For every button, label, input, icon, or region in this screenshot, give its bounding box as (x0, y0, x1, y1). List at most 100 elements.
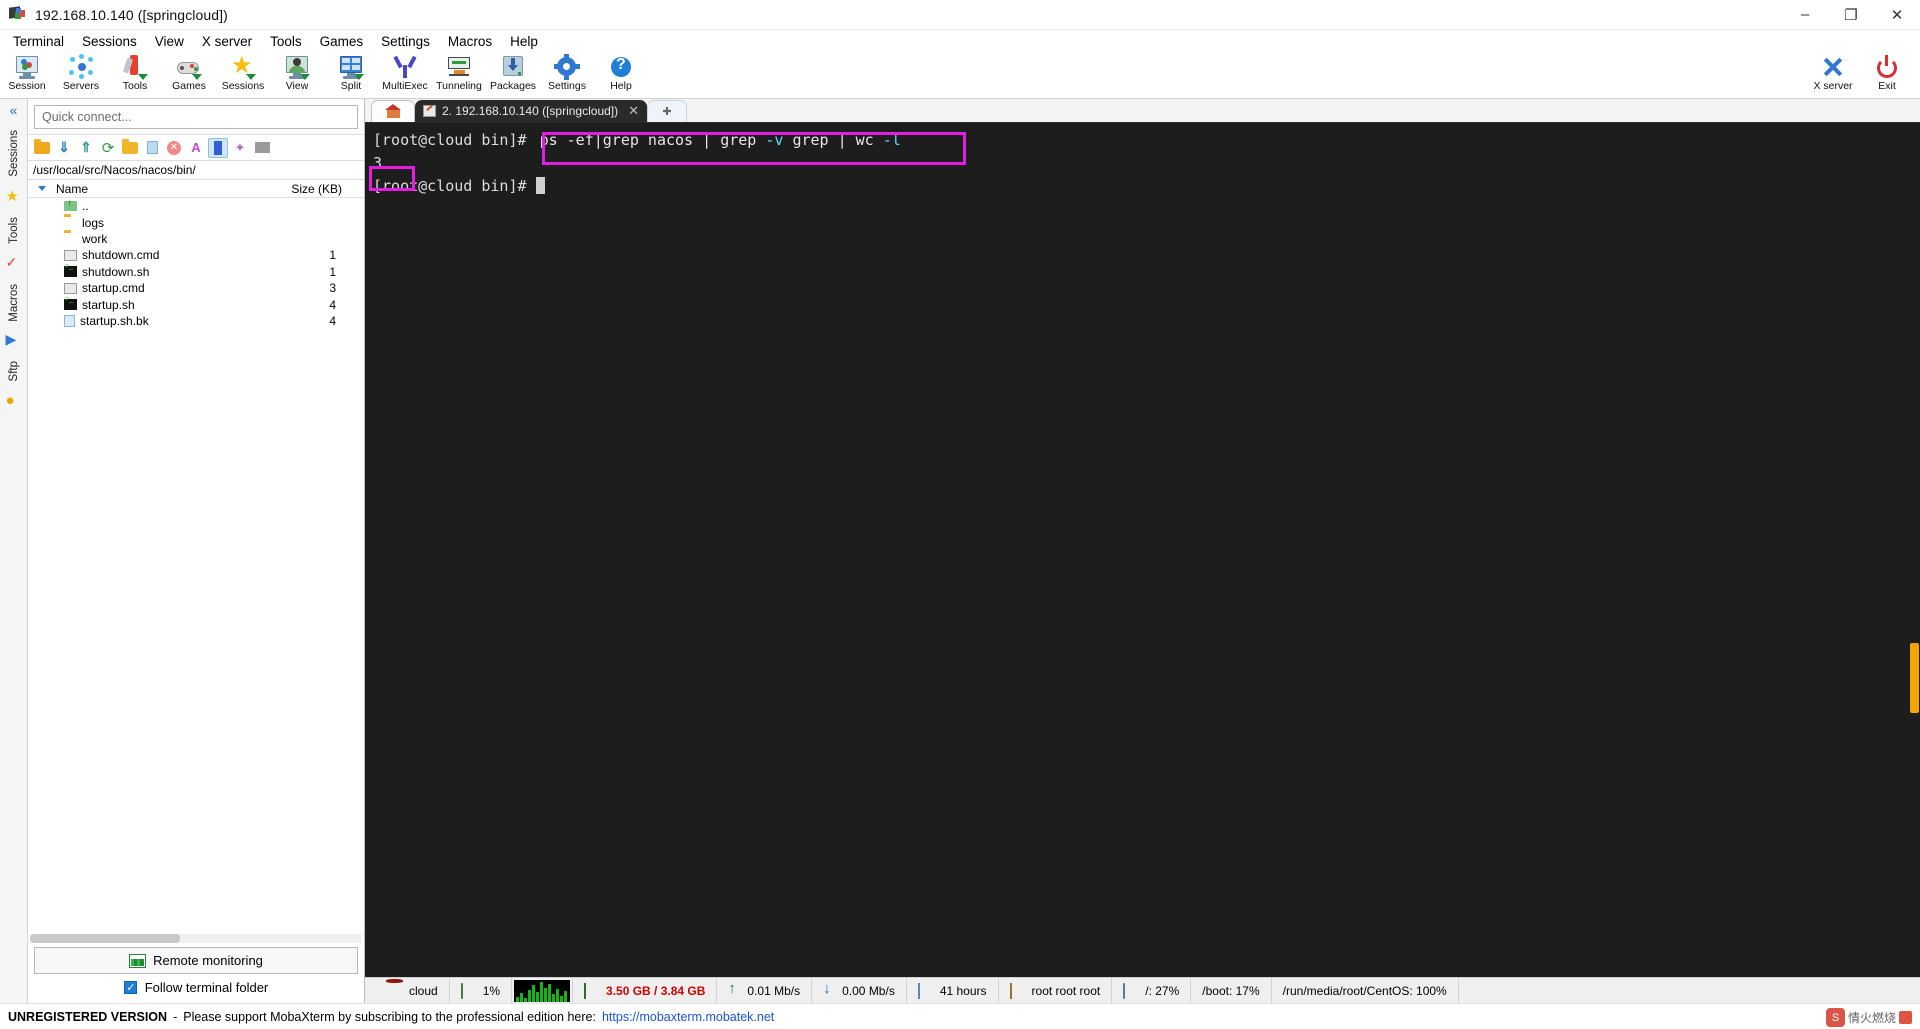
minimize-button[interactable]: – (1782, 0, 1828, 30)
toolbar-servers-button[interactable]: Servers (54, 52, 108, 97)
sftp-horizontal-scrollbar[interactable] (30, 934, 362, 943)
toolbar-help-button[interactable]: ? Help (594, 52, 648, 97)
download-icon[interactable]: ⇓ (54, 138, 74, 158)
maximize-button[interactable]: ❐ (1828, 0, 1874, 30)
status-download[interactable]: 0.00 Mb/s (812, 978, 907, 1003)
sidebar-item-sessions[interactable]: Sessions (6, 124, 22, 183)
file-name: shutdown.sh (82, 264, 150, 279)
left-vertical-strip: « Sessions ★ Tools ✓ Macros ▶ Sftp ● (0, 99, 28, 1003)
watermark-square-icon (1899, 1011, 1912, 1024)
binary-mode-icon[interactable] (208, 137, 228, 158)
status-disk-boot[interactable]: /boot: 17% (1191, 978, 1272, 1003)
close-button[interactable]: ✕ (1874, 0, 1920, 30)
menu-view[interactable]: View (146, 32, 193, 51)
delete-icon[interactable]: ✕ (164, 138, 184, 158)
sftp-path-bar[interactable]: /usr/local/src/Nacos/nacos/bin/ (28, 160, 364, 180)
list-item[interactable]: logs (28, 214, 364, 230)
follow-terminal-folder-checkbox[interactable] (123, 981, 137, 994)
list-item[interactable]: .. (28, 198, 364, 214)
menu-help[interactable]: Help (501, 32, 547, 51)
footer-dash: - (173, 1009, 178, 1024)
status-ram-label: 3.50 GB / 3.84 GB (606, 983, 706, 998)
file-size: 1 (329, 264, 336, 279)
toolbar-multiexec-button[interactable]: MultiExec (378, 52, 432, 97)
toolbar-settings-button[interactable]: Settings (540, 52, 594, 97)
menu-xserver[interactable]: X server (193, 32, 261, 51)
status-graph[interactable] (512, 978, 574, 1003)
collapse-sidebar-button[interactable]: « (10, 102, 18, 118)
menu-tools[interactable]: Tools (261, 32, 311, 51)
list-item[interactable]: shutdown.cmd 1 (28, 247, 364, 263)
status-user[interactable]: root root root (999, 978, 1113, 1003)
new-tab-button[interactable]: ✚ (647, 100, 688, 122)
toolbar-games-button[interactable]: Games (162, 52, 216, 97)
terminal-screen[interactable]: [root@cloud bin]# ps -ef|grep nacos | gr… (365, 123, 1920, 977)
status-disk-root[interactable]: /: 27% (1112, 978, 1192, 1003)
toolbar-exit-button[interactable]: Exit (1860, 52, 1914, 97)
remote-monitoring-button[interactable]: Remote monitoring (34, 947, 358, 974)
terminal-scrollbar[interactable] (1908, 123, 1920, 977)
tab-home[interactable] (371, 100, 415, 122)
sidebar-item-tools[interactable]: Tools (6, 211, 22, 250)
magic-wand-icon[interactable]: ✦ (230, 138, 250, 158)
tab-session-active[interactable]: 2. 192.168.10.140 ([springcloud]) ✕ (415, 100, 648, 122)
column-size-header[interactable]: Size (KB) (291, 182, 364, 196)
status-cpu[interactable]: 1% (450, 978, 513, 1003)
text-mode-icon[interactable]: A (186, 138, 206, 158)
upload-icon[interactable]: ⇑ (76, 138, 96, 158)
list-item[interactable]: shutdown.sh 1 (28, 263, 364, 280)
list-item[interactable]: startup.cmd 3 (28, 280, 364, 296)
file-name: startup.sh.bk (80, 313, 149, 328)
command-part: grep (720, 131, 766, 149)
toolbar-exit-label: Exit (1878, 80, 1896, 92)
status-disk-media[interactable]: /run/media/root/CentOS: 100% (1272, 978, 1459, 1003)
menu-sessions[interactable]: Sessions (73, 32, 146, 51)
download-icon (823, 980, 835, 998)
xserver-icon (1820, 54, 1846, 80)
quick-connect-input[interactable]: Quick connect... (34, 105, 358, 129)
list-item[interactable]: work (28, 231, 364, 247)
status-uptime[interactable]: 41 hours (907, 978, 999, 1003)
file-list-header: Name Size (KB) (28, 180, 364, 198)
file-name: startup.sh (82, 297, 135, 312)
sftp-toolbar: ⇓ ⇑ ⟳ ✕ A ✦ (28, 134, 364, 160)
upload-icon (728, 980, 740, 998)
shell-prompt: [root@cloud bin]# (373, 177, 536, 195)
new-folder-icon[interactable] (120, 138, 140, 158)
list-item[interactable]: startup.sh 4 (28, 296, 364, 312)
sidebar-item-sftp[interactable]: Sftp (6, 355, 22, 387)
menu-settings[interactable]: Settings (372, 32, 439, 51)
app-logo-icon (9, 5, 27, 24)
toolbar-split-button[interactable]: Split (324, 52, 378, 97)
toolbar-session-button[interactable]: Session (0, 52, 54, 97)
sort-arrow-icon[interactable] (38, 186, 46, 191)
terminal-line-command: [root@cloud bin]# ps -ef|grep nacos | gr… (373, 129, 1920, 152)
parent-dir-icon[interactable] (32, 138, 52, 158)
toolbar-tunneling-button[interactable]: Tunneling (432, 52, 486, 97)
close-icon[interactable]: ✕ (624, 103, 643, 119)
terminal-cursor (535, 177, 545, 194)
servers-icon (68, 54, 94, 80)
toolbar-xserver-button[interactable]: X server (1806, 52, 1860, 97)
toolbar-sessions-button[interactable]: ★ Sessions (216, 52, 270, 97)
column-name-header[interactable]: Name (56, 182, 88, 196)
list-item[interactable]: startup.sh.bk 4 (28, 313, 364, 329)
status-host[interactable]: cloud (365, 978, 450, 1003)
menu-games[interactable]: Games (311, 32, 373, 51)
mobaxterm-link[interactable]: https://mobaxterm.mobatek.net (602, 1010, 774, 1024)
menu-terminal[interactable]: Terminal (4, 32, 73, 51)
status-ram[interactable]: 3.50 GB / 3.84 GB (573, 978, 718, 1003)
toolbar-tools-button[interactable]: Tools (108, 52, 162, 97)
follow-terminal-folder-row[interactable]: Follow terminal folder (34, 980, 358, 995)
tools-icon (122, 54, 148, 80)
terminal-icon[interactable] (252, 138, 272, 158)
file-list[interactable]: .. logs work shutdown.cmd 1 (28, 198, 364, 934)
toolbar-view-button[interactable]: View (270, 52, 324, 97)
new-file-icon[interactable] (142, 138, 162, 158)
refresh-icon[interactable]: ⟳ (98, 138, 118, 158)
status-upload[interactable]: 0.01 Mb/s (717, 978, 813, 1003)
toolbar-packages-button[interactable]: Packages (486, 52, 540, 97)
menu-macros[interactable]: Macros (439, 32, 501, 51)
sidebar-item-macros[interactable]: Macros (6, 278, 22, 328)
main-toolbar: Session Servers Tools Games ★ Sessions V… (0, 52, 1920, 99)
